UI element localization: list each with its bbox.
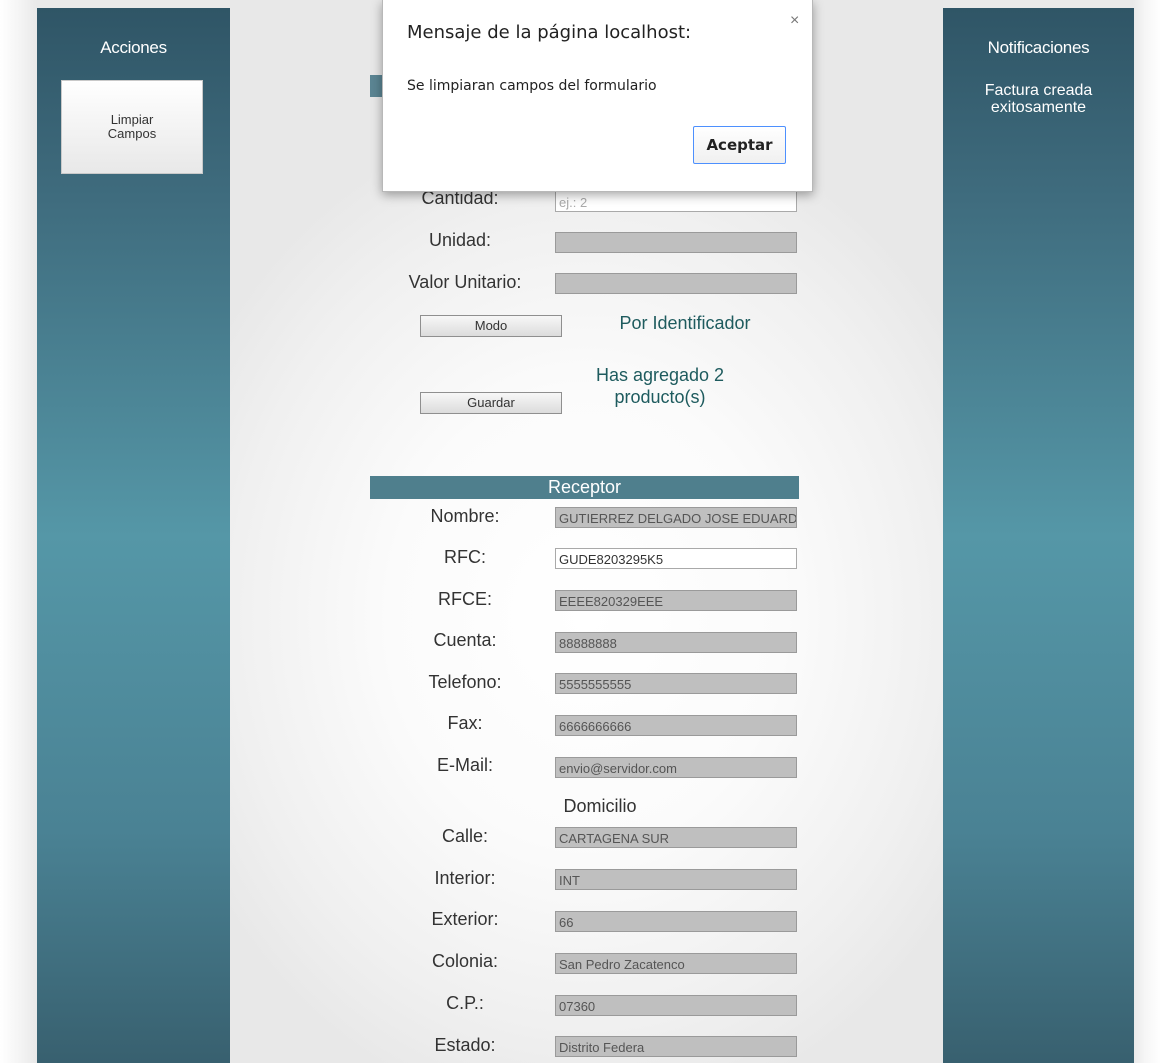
estado-label: Estado: [434, 1035, 496, 1055]
estado-field[interactable]: Distrito Federa [555, 1036, 797, 1057]
receptor-header: Receptor [370, 476, 799, 499]
actions-title: Acciones [100, 38, 167, 57]
notification-message: Factura creada exitosamente [984, 82, 1093, 116]
interior-label: Interior: [434, 868, 496, 888]
rfc-input[interactable]: GUDE8203295K5 [555, 548, 797, 569]
rfc-label: RFC: [444, 547, 486, 567]
products-added-text: Has agregado 2 producto(s) [595, 365, 725, 407]
telefono-label: Telefono: [428, 672, 502, 692]
valor-unitario-field[interactable] [555, 273, 797, 294]
notifications-title: Notificaciones [987, 38, 1090, 57]
valor-unitario-label: Valor Unitario: [408, 272, 522, 292]
telefono-field[interactable]: 5555555555 [555, 673, 797, 694]
rfce-field[interactable]: EEEE820329EEE [555, 590, 797, 611]
calle-field[interactable]: CARTAGENA SUR [555, 827, 797, 848]
fax-field[interactable]: 6666666666 [555, 715, 797, 736]
clear-fields-label: Limpiar Campos [107, 112, 157, 141]
actions-sidebar: Acciones Limpiar Campos [37, 8, 230, 1063]
colonia-field[interactable]: San Pedro Zacatenco [555, 953, 797, 974]
email-field[interactable]: envio@servidor.com [555, 757, 797, 778]
cp-field[interactable]: 07360 [555, 995, 797, 1016]
exterior-field[interactable]: 66 [555, 911, 797, 932]
cantidad-input[interactable]: ej.: 2 [555, 191, 797, 212]
domicilio-header: Domicilio [563, 796, 637, 816]
notifications-sidebar: Notificaciones Factura creada exitosamen… [943, 8, 1134, 1063]
clear-fields-button[interactable]: Limpiar Campos [61, 80, 203, 174]
mode-indicator: Por Identificador [619, 313, 751, 333]
rfce-label: RFCE: [438, 589, 492, 609]
cp-label: C.P.: [446, 993, 484, 1013]
unidad-field[interactable] [555, 232, 797, 253]
email-label: E-Mail: [436, 755, 493, 775]
close-icon[interactable]: × [790, 12, 799, 30]
save-button[interactable]: Guardar [420, 392, 562, 414]
calle-label: Calle: [441, 826, 489, 846]
accept-button[interactable]: Aceptar [693, 126, 786, 164]
interior-field[interactable]: INT [555, 869, 797, 890]
exterior-label: Exterior: [431, 909, 499, 929]
cuenta-label: Cuenta: [433, 630, 497, 650]
dialog-title: Mensaje de la página localhost: [407, 22, 692, 43]
dialog-message: Se limpiaran campos del formulario [407, 78, 657, 94]
fax-label: Fax: [447, 713, 483, 733]
section-header-hidden [370, 75, 382, 97]
colonia-label: Colonia: [431, 951, 499, 971]
nombre-label: Nombre: [430, 506, 500, 526]
alert-dialog: Mensaje de la página localhost: × Se lim… [382, 0, 813, 192]
nombre-field[interactable]: GUTIERREZ DELGADO JOSE EDUARDO [555, 507, 797, 528]
mode-button[interactable]: Modo [420, 315, 562, 337]
unidad-label: Unidad: [428, 230, 492, 250]
cuenta-field[interactable]: 88888888 [555, 632, 797, 653]
